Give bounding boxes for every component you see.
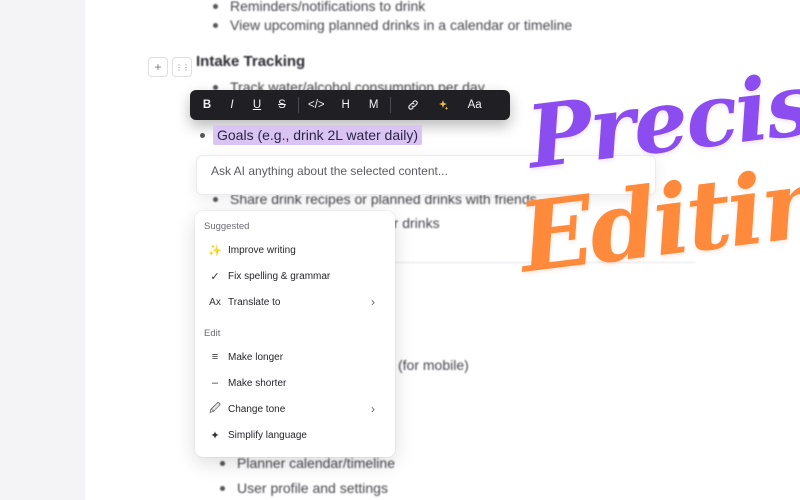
menu-item-label: Make longer [228,351,284,363]
list-item-fragment: (for mobile) [398,357,469,373]
ai-prompt-input[interactable] [209,160,643,182]
check-icon: ✓ [210,270,220,283]
ai-button[interactable] [432,94,454,116]
bullet [213,196,218,202]
list-item: Planner calendar/timeline [220,455,395,471]
list-item-text: Planner calendar/timeline [237,455,395,471]
menu-item-simplify[interactable]: ✦ Simplify language [201,423,389,447]
underline-button[interactable]: U [246,94,268,116]
link-icon [407,100,418,110]
strikethrough-button[interactable]: S [271,94,293,116]
bullet [213,84,218,90]
add-block-button[interactable]: + [148,57,168,77]
sparkle-icon: ✨ [208,244,222,257]
list-item-text: Reminders/notifications to drink [230,0,426,14]
menu-item-label: Simplify language [228,429,307,441]
menu-item-fix-spelling[interactable]: ✓ Fix spelling & grammar [201,264,389,288]
toolbar-separator [389,97,391,113]
code-button[interactable]: </> [304,94,329,116]
chevron-right-icon: › [371,295,375,309]
drag-handle[interactable]: ⋮⋮ [172,57,192,77]
sparkle-icon [438,100,448,110]
minus-icon: – [211,377,219,389]
star-icon: ✦ [210,429,220,442]
menu-section-edit: Edit [204,328,221,339]
menu-item-label: Improve writing [228,244,296,256]
bold-button[interactable]: B [196,94,218,116]
section-heading: Intake Tracking [196,53,306,70]
bullet [200,133,205,138]
bullet [220,460,225,466]
plus-icon: + [154,60,162,74]
divider [395,262,695,263]
menu-item-improve-writing[interactable]: ✨ Improve writing [201,238,389,262]
list-item: View upcoming planned drinks in a calend… [213,17,572,33]
bullet [220,485,225,491]
bullet [213,22,218,28]
ai-prompt-box [196,155,656,195]
translate-icon: Ax [209,296,221,308]
menu-item-make-longer[interactable]: ≡ Make longer [201,345,389,369]
menu-item-label: Translate to [228,296,281,308]
menu-section-suggested: Suggested [204,221,250,232]
ai-suggestions-menu: Suggested ✨ Improve writing ✓ Fix spelli… [195,211,395,457]
italic-button[interactable]: I [221,94,243,116]
formatting-toolbar: B I U S </> H M Aa [190,90,510,120]
selected-text[interactable]: Goals (e.g., drink 2L water daily) [213,125,423,145]
menu-item-make-shorter[interactable]: – Make shorter [201,371,389,395]
menu-item-label: Make shorter [228,377,287,389]
heading-button[interactable]: H [335,94,357,116]
link-button[interactable] [402,94,424,116]
toolbar-separator [298,97,299,113]
menu-item-label: Change tone [228,403,286,415]
lines-icon: ≡ [211,351,219,363]
font-button[interactable]: Aa [464,94,486,116]
drag-icon: ⋮⋮ [175,62,190,72]
menu-item-translate[interactable]: Ax Translate to › [201,290,389,314]
pen-icon: 🖉 [209,402,221,415]
bullet [213,3,218,9]
editor-page [85,0,800,500]
list-item-text: User profile and settings [237,480,388,496]
menu-item-change-tone[interactable]: 🖉 Change tone › [201,397,389,421]
list-item: Reminders/notifications to drink [213,0,425,14]
list-item: User profile and settings [220,480,388,496]
mention-button[interactable]: M [363,94,385,116]
chevron-right-icon: › [371,402,375,416]
menu-item-label: Fix spelling & grammar [228,270,331,282]
list-item-text: View upcoming planned drinks in a calend… [230,17,573,33]
